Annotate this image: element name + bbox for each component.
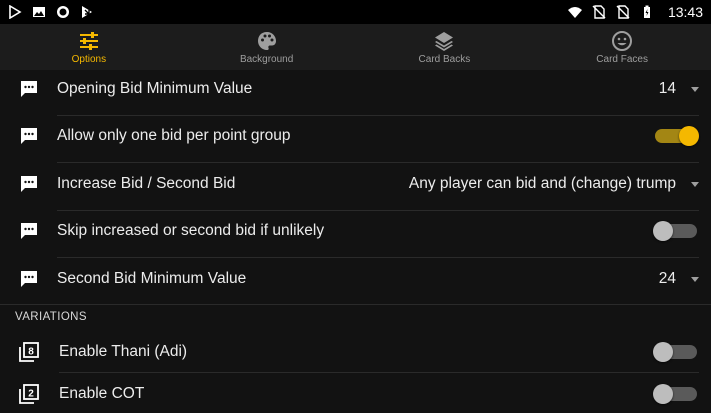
setting-value: Any player can bid and (change) trump [408, 175, 676, 192]
smiley-icon [612, 30, 633, 51]
setting-label: Opening Bid Minimum Value [57, 80, 253, 97]
comment-icon [21, 271, 37, 287]
setting-label: Increase Bid / Second Bid [57, 175, 236, 192]
setting-label: Skip increased or second bid if unlikely [57, 222, 325, 239]
tab-label: Card Backs [418, 53, 471, 65]
wifi-icon [567, 7, 582, 18]
tab-label: Card Faces [596, 53, 648, 65]
toggle-switch[interactable] [653, 342, 697, 362]
settings-list: Opening Bid Minimum Value 14 Allow only … [0, 70, 711, 404]
setting-label: Enable COT [59, 385, 145, 402]
divider [57, 210, 699, 211]
comment-icon [21, 223, 37, 239]
setting-label: Second Bid Minimum Value [57, 270, 247, 287]
dropdown-arrow-icon [691, 86, 699, 92]
setting-value: 24 [658, 270, 676, 287]
tab-options[interactable]: Options [0, 24, 178, 70]
tab-card-faces[interactable]: Card Faces [533, 24, 711, 70]
dropdown-arrow-icon [691, 276, 699, 282]
battery-icon [643, 5, 650, 18]
circle-icon [57, 6, 69, 18]
layers-icon [435, 31, 454, 51]
dropdown-arrow-icon [691, 181, 699, 187]
no-sim-icon [616, 5, 630, 19]
divider [59, 372, 699, 373]
setting-one-bid-per-point-group[interactable]: Allow only one bid per point group [0, 117, 711, 155]
filter-2-icon: 2 [19, 384, 39, 404]
setting-enable-cot[interactable]: 2 Enable COT [0, 375, 711, 413]
svg-text:2: 2 [28, 389, 34, 400]
toggle-switch[interactable] [653, 384, 697, 404]
setting-enable-thani[interactable]: 8 Enable Thani (Adi) [0, 333, 711, 371]
status-bar-system: 13:43 [567, 4, 703, 20]
divider [57, 115, 699, 116]
toggle-switch[interactable] [655, 126, 699, 146]
switch-knob [653, 221, 673, 241]
status-time: 13:43 [667, 4, 703, 20]
switch-knob [653, 384, 673, 404]
section-divider [0, 304, 711, 305]
setting-opening-bid-minimum[interactable]: Opening Bid Minimum Value 14 [0, 70, 711, 108]
status-bar-notifications [8, 5, 94, 19]
tab-background[interactable]: Background [178, 24, 356, 70]
divider [57, 257, 699, 258]
svg-text:8: 8 [28, 347, 34, 358]
divider [57, 162, 699, 163]
tab-label: Background [239, 53, 294, 65]
filter-8-icon: 8 [19, 342, 39, 362]
tab-label: Options [71, 53, 107, 65]
setting-skip-increased-bid[interactable]: Skip increased or second bid if unlikely [0, 212, 711, 250]
setting-value: 14 [658, 80, 676, 97]
play-store-icon [9, 5, 22, 19]
status-bar: 13:43 [0, 0, 711, 24]
comment-icon [21, 128, 37, 144]
switch-knob [653, 342, 673, 362]
tab-bar: Options Background Card Backs Card Faces [0, 24, 711, 70]
setting-label: Enable Thani (Adi) [59, 343, 188, 360]
switch-knob [679, 126, 699, 146]
setting-label: Allow only one bid per point group [57, 127, 291, 144]
setting-second-bid-minimum[interactable]: Second Bid Minimum Value 24 [0, 260, 711, 298]
comment-icon [21, 176, 37, 192]
download-icon [82, 6, 92, 18]
tab-card-backs[interactable]: Card Backs [356, 24, 534, 70]
palette-icon [257, 31, 276, 50]
no-sim-icon [592, 5, 606, 19]
section-header-variations: VARIATIONS [15, 311, 87, 323]
image-icon [33, 7, 45, 17]
sliders-icon [79, 31, 98, 50]
setting-increase-bid[interactable]: Increase Bid / Second Bid Any player can… [0, 165, 711, 203]
toggle-switch[interactable] [653, 221, 697, 241]
comment-icon [21, 81, 37, 97]
